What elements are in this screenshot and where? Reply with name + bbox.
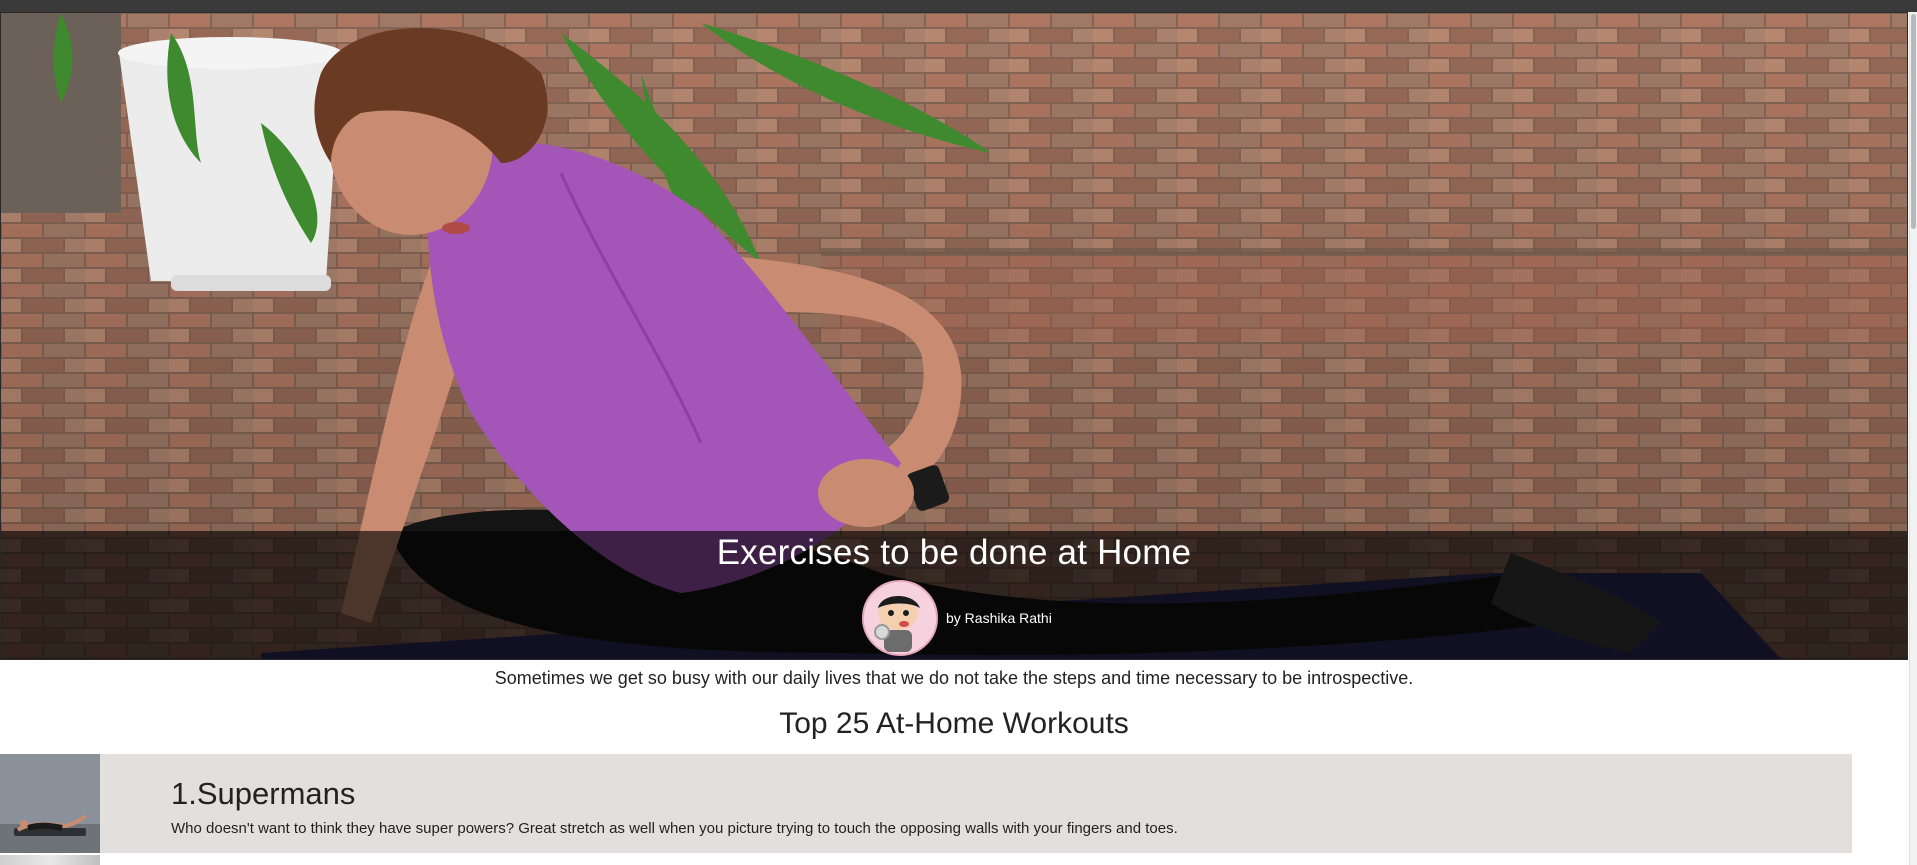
hero-banner: Exercises to be done at Home by Rashika … bbox=[0, 12, 1908, 660]
hero-title: Exercises to be done at Home bbox=[716, 533, 1192, 572]
cartoon-avatar-icon bbox=[864, 582, 936, 654]
next-workout-thumbnail[interactable] bbox=[0, 855, 100, 865]
author-byline[interactable]: by Rashika Rathi bbox=[862, 579, 1052, 657]
author-avatar[interactable] bbox=[862, 580, 938, 656]
workout-description: Who doesn't want to think they have supe… bbox=[171, 820, 1178, 837]
section-title: Top 25 At-Home Workouts bbox=[779, 707, 1129, 740]
scrollbar-thumb[interactable] bbox=[1911, 14, 1916, 229]
workout-card[interactable]: 1.Supermans Who doesn't want to think th… bbox=[0, 754, 1852, 853]
author-name[interactable]: by Rashika Rathi bbox=[946, 610, 1052, 626]
hero-caption-overlay: Exercises to be done at Home by Rashika … bbox=[1, 531, 1907, 659]
supermans-photo bbox=[0, 754, 100, 853]
workout-thumbnail[interactable] bbox=[0, 754, 100, 853]
page-scrollbar[interactable] bbox=[1909, 12, 1917, 865]
workout-title[interactable]: 1.Supermans bbox=[171, 776, 355, 812]
browser-top-bar bbox=[0, 0, 1917, 12]
intro-text: Sometimes we get so busy with our daily … bbox=[494, 668, 1414, 688]
